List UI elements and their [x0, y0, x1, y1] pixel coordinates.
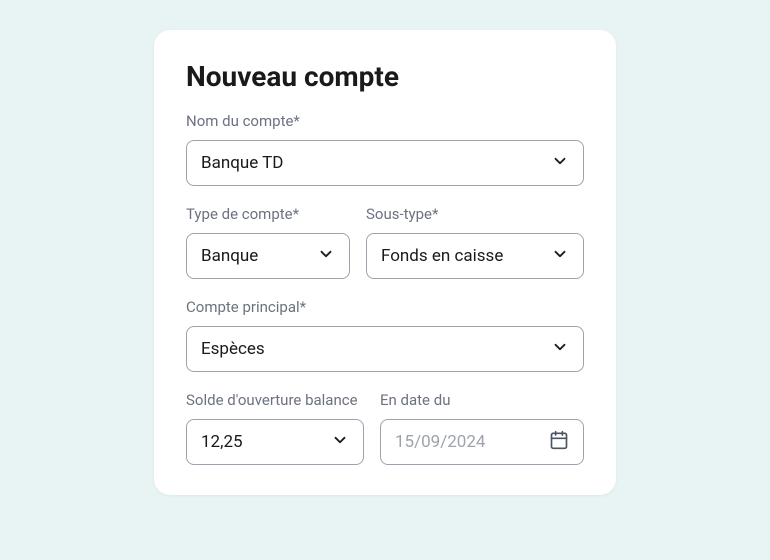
label-account-name: Nom du compte*: [186, 111, 584, 132]
select-opening-balance[interactable]: 12,25: [186, 419, 364, 465]
value-sub-type: Fonds en caisse: [381, 246, 503, 266]
field-account-type: Type de compte* Banque: [186, 204, 350, 279]
row-account-name: Nom du compte* Banque TD: [186, 111, 584, 186]
field-parent-account: Compte principal* Espèces: [186, 297, 584, 372]
select-parent-account[interactable]: Espèces: [186, 326, 584, 372]
page-title: Nouveau compte: [186, 60, 584, 93]
label-parent-account: Compte principal*: [186, 297, 584, 318]
select-account-name[interactable]: Banque TD: [186, 140, 584, 186]
label-opening-balance: Solde d'ouverture balance: [186, 390, 364, 411]
field-opening-balance: Solde d'ouverture balance 12,25: [186, 390, 364, 465]
input-as-of-date[interactable]: 15/09/2024: [380, 419, 584, 465]
chevron-down-icon: [551, 152, 569, 174]
field-as-of-date: En date du 15/09/2024: [380, 390, 584, 465]
row-parent-account: Compte principal* Espèces: [186, 297, 584, 372]
field-sub-type: Sous-type* Fonds en caisse: [366, 204, 584, 279]
value-account-name: Banque TD: [201, 153, 283, 173]
chevron-down-icon: [551, 245, 569, 267]
chevron-down-icon: [331, 431, 349, 453]
calendar-icon: [549, 430, 569, 454]
select-account-type[interactable]: Banque: [186, 233, 350, 279]
row-balance-date: Solde d'ouverture balance 12,25 En date …: [186, 390, 584, 465]
label-as-of-date: En date du: [380, 390, 584, 411]
value-as-of-date: 15/09/2024: [395, 432, 485, 452]
field-account-name: Nom du compte* Banque TD: [186, 111, 584, 186]
label-account-type: Type de compte*: [186, 204, 350, 225]
value-parent-account: Espèces: [201, 339, 265, 359]
new-account-card: Nouveau compte Nom du compte* Banque TD …: [154, 30, 616, 495]
label-sub-type: Sous-type*: [366, 204, 584, 225]
select-sub-type[interactable]: Fonds en caisse: [366, 233, 584, 279]
chevron-down-icon: [317, 245, 335, 267]
value-opening-balance: 12,25: [201, 432, 243, 452]
chevron-down-icon: [551, 338, 569, 360]
row-type-subtype: Type de compte* Banque Sous-type* Fonds …: [186, 204, 584, 279]
value-account-type: Banque: [201, 246, 258, 266]
